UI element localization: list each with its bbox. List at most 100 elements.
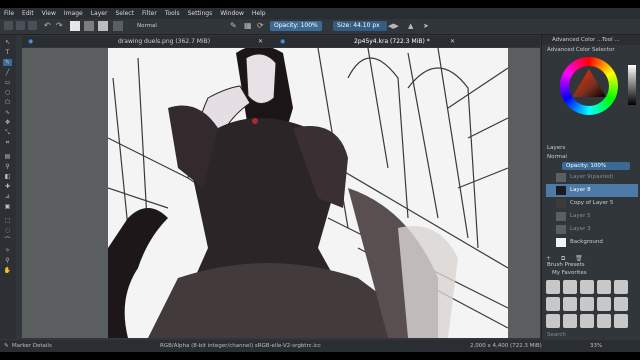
freehand-select-tool-icon[interactable]: ⌒ [3, 237, 12, 244]
eraser-icon[interactable]: ✎ [230, 21, 237, 31]
foreground-color-swatch[interactable] [70, 21, 80, 31]
brush-preset[interactable] [580, 297, 594, 311]
rect-select-tool-icon[interactable]: ⬚ [3, 217, 12, 224]
status-zoom[interactable]: 33% [590, 340, 602, 352]
new-document-icon[interactable] [4, 21, 13, 30]
gradient-tool-icon[interactable]: ▤ [3, 153, 12, 160]
close-icon[interactable]: ✕ [450, 36, 455, 47]
pattern-swatch[interactable] [98, 21, 108, 31]
status-dimensions: 2,000 x 4,400 (722.3 MiB) [470, 343, 542, 349]
toolbox: ↖ T ✎ ╱ ▭ ○ ⬠ ∿ ✥ ⤡ ⌗ ▤ ⚲ ◧ ✚ ⊿ ▣ ⬚ ◌ ⌒ … [0, 35, 16, 339]
delete-layer-icon[interactable]: 🗑 [575, 255, 583, 262]
brush-preset[interactable] [563, 314, 577, 328]
menu-file[interactable]: File [0, 10, 18, 17]
layer-row[interactable]: Layer 5 [546, 210, 638, 223]
menu-layer[interactable]: Layer [87, 10, 112, 17]
preserve-alpha-icon[interactable]: ▦ [244, 21, 252, 31]
transform-tool-icon[interactable]: ⤡ [3, 129, 12, 136]
menu-help[interactable]: Help [248, 10, 270, 17]
tab-advanced-color[interactable]: Advanced Color ... [552, 35, 602, 45]
save-icon[interactable] [28, 21, 37, 30]
brush-search-field[interactable]: Search [547, 332, 566, 338]
select-shapes-tool-icon[interactable]: ↖ [3, 39, 12, 46]
brush-preset-icon[interactable] [113, 21, 123, 31]
flow-icon[interactable]: ➤ [423, 21, 429, 31]
brush-preset[interactable] [597, 314, 611, 328]
canvas-area[interactable] [22, 48, 540, 338]
ellipse-select-tool-icon[interactable]: ◌ [3, 227, 12, 234]
line-tool-icon[interactable]: ╱ [3, 69, 12, 76]
layer-row[interactable]: Background [546, 236, 638, 249]
brush-preset[interactable] [546, 297, 560, 311]
mirror-horizontal-icon[interactable]: ◀▶ [388, 21, 399, 31]
menu-filter[interactable]: Filter [138, 10, 161, 17]
brush-icon: ✎ [4, 343, 9, 349]
menu-edit[interactable]: Edit [18, 10, 38, 17]
size-slider[interactable]: Size: 44.10 px [333, 21, 387, 31]
menu-view[interactable]: View [38, 10, 60, 17]
brush-preset[interactable] [614, 314, 628, 328]
wrap-around-icon[interactable]: ▲ [408, 21, 413, 31]
layer-row[interactable]: Copy of Layer 5 [546, 197, 638, 210]
color-wheel[interactable] [560, 57, 618, 115]
tab-krita-icon: ◉ [280, 38, 286, 45]
zoom-tool-icon[interactable]: ⚲ [3, 257, 12, 264]
open-document-icon[interactable] [16, 21, 25, 30]
layer-blend-mode-select[interactable]: Normal [547, 154, 567, 160]
menu-tools[interactable]: Tools [161, 10, 184, 17]
duplicate-layer-icon[interactable]: ⧉ [561, 255, 565, 262]
brush-favorites-tag[interactable]: My Favorites [552, 270, 587, 276]
freehand-brush-tool-icon[interactable]: ✎ [3, 59, 12, 66]
close-icon[interactable]: ✕ [258, 36, 263, 47]
layer-row-active[interactable]: Layer 8 [546, 184, 638, 197]
menu-window[interactable]: Window [216, 10, 248, 17]
redo-icon[interactable]: ↷ [56, 21, 63, 31]
polygon-tool-icon[interactable]: ⬠ [3, 99, 12, 106]
canvas-artwork[interactable] [108, 48, 508, 338]
menu-settings[interactable]: Settings [184, 10, 217, 17]
gradient-swatch[interactable] [84, 21, 94, 31]
magic-wand-tool-icon[interactable]: ✧ [3, 247, 12, 254]
reload-preset-icon[interactable]: ⟳ [257, 21, 264, 31]
brush-preset[interactable] [580, 280, 594, 294]
brush-preset[interactable] [546, 314, 560, 328]
menu-image[interactable]: Image [60, 10, 87, 17]
add-layer-icon[interactable]: + [546, 255, 551, 262]
color-picker-tool-icon[interactable]: ⚲ [3, 163, 12, 170]
brush-presets-title: Brush Presets [547, 262, 585, 268]
blend-mode-select[interactable]: Normal [137, 21, 157, 31]
brush-preset[interactable] [580, 314, 594, 328]
text-tool-icon[interactable]: T [3, 49, 12, 56]
pan-tool-icon[interactable]: ✋ [3, 267, 12, 274]
value-slider[interactable] [628, 65, 636, 105]
opacity-slider[interactable]: Opacity: 100% [270, 21, 322, 31]
assistant-tool-icon[interactable]: ✚ [3, 183, 12, 190]
brush-preset[interactable] [546, 280, 560, 294]
brush-preset[interactable] [597, 280, 611, 294]
brush-preset[interactable] [614, 297, 628, 311]
menu-select[interactable]: Select [111, 10, 138, 17]
brush-preset[interactable] [614, 280, 628, 294]
tab-2p45y4[interactable]: 2p45y4.kra (722.3 MiB) * [354, 36, 430, 47]
brush-preset[interactable] [597, 297, 611, 311]
tab-drawing-duels[interactable]: drawing duels.png (362.7 MiB) [118, 36, 210, 47]
dock-tabs: Advanced Color ... Tool ... [542, 35, 640, 45]
fill-tool-icon[interactable]: ◧ [3, 173, 12, 180]
tab-krita-icon: ◉ [28, 38, 34, 45]
tab-tool-options[interactable]: Tool ... [602, 35, 620, 45]
color-triangle[interactable] [560, 57, 618, 115]
reference-image-tool-icon[interactable]: ▣ [3, 203, 12, 210]
brush-preset[interactable] [563, 297, 577, 311]
crop-tool-icon[interactable]: ⌗ [3, 139, 12, 146]
menu-bar: File Edit View Image Layer Select Filter… [0, 8, 640, 19]
layer-row[interactable]: Layer 3 [546, 223, 638, 236]
bezier-tool-icon[interactable]: ∿ [3, 109, 12, 116]
measure-tool-icon[interactable]: ⊿ [3, 193, 12, 200]
ellipse-tool-icon[interactable]: ○ [3, 89, 12, 96]
brush-preset[interactable] [563, 280, 577, 294]
layer-row[interactable]: Layer 9(pasted) [546, 171, 638, 184]
undo-icon[interactable]: ↶ [44, 21, 51, 31]
rectangle-tool-icon[interactable]: ▭ [3, 79, 12, 86]
layer-opacity-slider[interactable]: Opacity: 100% [562, 162, 630, 170]
move-tool-icon[interactable]: ✥ [3, 119, 12, 126]
